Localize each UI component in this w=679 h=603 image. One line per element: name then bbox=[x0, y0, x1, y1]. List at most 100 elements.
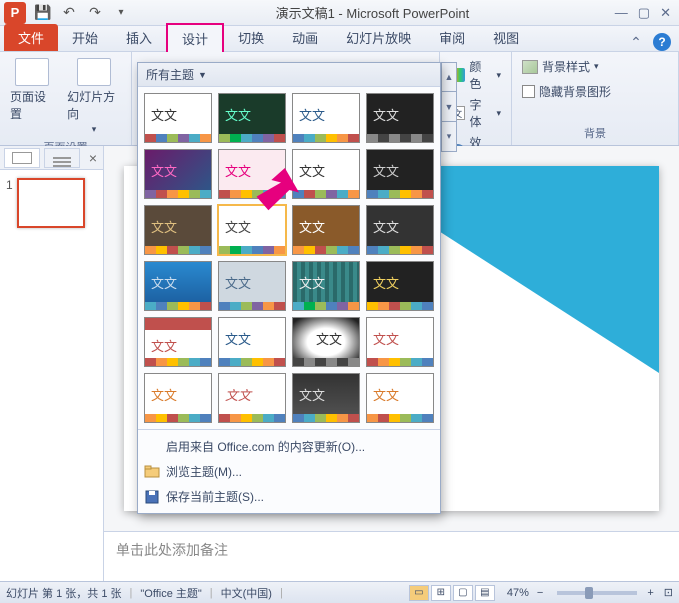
slideshow-view-button[interactable]: ▤ bbox=[475, 585, 495, 601]
tab-view[interactable]: 视图 bbox=[479, 24, 533, 51]
theme-thumb[interactable]: 文文 bbox=[292, 149, 360, 199]
tab-design[interactable]: 设计 bbox=[166, 23, 224, 52]
theme-thumb[interactable]: 文文 bbox=[218, 93, 286, 143]
status-slide-info: 幻灯片 第 1 张，共 1 张 bbox=[6, 585, 122, 601]
status-theme: "Office 主题" bbox=[140, 585, 201, 601]
slides-pane: × 1 bbox=[0, 146, 104, 581]
theme-thumb[interactable]: 文文 bbox=[292, 317, 360, 367]
repeat-icon[interactable]: ▾ bbox=[112, 4, 130, 22]
reading-view-button[interactable]: ▢ bbox=[453, 585, 473, 601]
slides-tab[interactable] bbox=[4, 148, 40, 168]
gallery-browse-item[interactable]: 浏览主题(M)... bbox=[138, 459, 440, 484]
theme-thumb[interactable]: 文文 bbox=[218, 317, 286, 367]
quick-access-toolbar: 💾 ↶ ↷ ▾ bbox=[34, 4, 130, 22]
thumb-number: 1 bbox=[6, 178, 13, 228]
zoom-slider[interactable] bbox=[557, 591, 637, 595]
tab-transitions[interactable]: 切换 bbox=[224, 24, 278, 51]
status-bar: 幻灯片 第 1 张，共 1 张 | "Office 主题" | 中文(中国) |… bbox=[0, 581, 679, 603]
theme-thumb[interactable]: 文文 bbox=[144, 373, 212, 423]
gallery-save-label: 保存当前主题(S)... bbox=[166, 488, 264, 505]
theme-thumb[interactable]: 文文 bbox=[366, 149, 434, 199]
theme-thumb[interactable]: 文文 bbox=[366, 373, 434, 423]
zoom-value[interactable]: 47% bbox=[507, 587, 529, 599]
notes-pane[interactable]: 单击此处添加备注 bbox=[104, 531, 679, 581]
save-icon[interactable]: 💾 bbox=[34, 4, 52, 22]
window-title: 演示文稿1 - Microsoft PowerPoint bbox=[130, 3, 615, 22]
title-bar: P 💾 ↶ ↷ ▾ 演示文稿1 - Microsoft PowerPoint —… bbox=[0, 0, 679, 26]
app-icon[interactable]: P bbox=[4, 2, 26, 24]
ribbon-minimize-icon[interactable]: ⌃ bbox=[627, 33, 645, 51]
slide-thumbnail[interactable]: 1 bbox=[6, 178, 97, 228]
gallery-grid: 文文 文文 文文 文文 文文 文文 文文 文文 文文 文文 文文 文文 文文 文… bbox=[138, 87, 440, 429]
theme-thumb[interactable]: 文文 bbox=[218, 373, 286, 423]
theme-thumb[interactable]: 文文 bbox=[292, 205, 360, 255]
background-styles-icon bbox=[522, 60, 538, 74]
zoom-thumb[interactable] bbox=[585, 587, 593, 599]
theme-thumb[interactable]: 文文 bbox=[366, 261, 434, 311]
gallery-expand-button[interactable]: ▾ bbox=[441, 122, 457, 152]
close-button[interactable]: ✕ bbox=[660, 5, 671, 21]
hide-bg-graphics-label: 隐藏背景图形 bbox=[539, 83, 611, 100]
undo-icon[interactable]: ↶ bbox=[60, 4, 78, 22]
fit-button[interactable]: ⊡ bbox=[664, 586, 673, 599]
gallery-save-item[interactable]: 保存当前主题(S)... bbox=[138, 484, 440, 509]
normal-view-button[interactable]: ▭ bbox=[409, 585, 429, 601]
theme-thumb[interactable]: 文文 bbox=[366, 93, 434, 143]
maximize-button[interactable]: ▢ bbox=[638, 5, 650, 21]
gallery-update-item[interactable]: 启用来自 Office.com 的内容更新(O)... bbox=[138, 434, 440, 459]
tab-home[interactable]: 开始 bbox=[58, 24, 112, 51]
slide-orientation-button[interactable]: 幻灯片方向 ▾ bbox=[63, 56, 125, 137]
theme-thumb[interactable]: 文文 bbox=[218, 149, 286, 199]
theme-thumb[interactable]: 文文 bbox=[292, 93, 360, 143]
thumbnail-list: 1 bbox=[0, 170, 103, 236]
help-icon[interactable]: ? bbox=[653, 33, 671, 51]
theme-thumb[interactable]: 文文 bbox=[218, 261, 286, 311]
slide-orientation-label: 幻灯片方向 bbox=[67, 88, 121, 122]
theme-gallery-dropdown: 所有主题 ▼ 文文 文文 文文 文文 文文 文文 文文 文文 文文 文文 文文 … bbox=[137, 62, 441, 514]
outline-tab[interactable] bbox=[44, 148, 80, 168]
page-setup-button[interactable]: 页面设置 bbox=[6, 56, 57, 124]
sorter-view-button[interactable]: ⊞ bbox=[431, 585, 451, 601]
view-buttons: ▭ ⊞ ▢ ▤ bbox=[409, 585, 495, 601]
theme-thumb[interactable]: 文文 bbox=[144, 149, 212, 199]
status-language[interactable]: 中文(中国) bbox=[221, 585, 272, 601]
save-icon bbox=[144, 489, 160, 505]
minimize-button[interactable]: — bbox=[615, 5, 628, 21]
fonts-label: 字体 bbox=[469, 96, 492, 130]
checkbox-icon bbox=[522, 85, 535, 98]
group-background: 背景样式▾ 隐藏背景图形 背景 bbox=[512, 52, 679, 145]
theme-thumb[interactable]: 文文 bbox=[144, 93, 212, 143]
chevron-down-icon: ▼ bbox=[198, 70, 207, 80]
zoom-in-button[interactable]: + bbox=[647, 587, 653, 599]
hide-bg-graphics-checkbox[interactable]: 隐藏背景图形 bbox=[518, 81, 615, 102]
background-styles-button[interactable]: 背景样式▾ bbox=[518, 56, 603, 77]
gallery-header[interactable]: 所有主题 ▼ bbox=[138, 63, 440, 87]
tab-animations[interactable]: 动画 bbox=[278, 24, 332, 51]
gallery-footer: 启用来自 Office.com 的内容更新(O)... 浏览主题(M)... 保… bbox=[138, 429, 440, 513]
theme-thumb[interactable]: 文文 bbox=[366, 205, 434, 255]
thumb-preview bbox=[17, 178, 85, 228]
group-label-background: 背景 bbox=[518, 123, 672, 141]
theme-thumb[interactable]: 文文 bbox=[144, 317, 212, 367]
pane-close-icon[interactable]: × bbox=[89, 150, 97, 166]
tab-file[interactable]: 文件 bbox=[4, 24, 58, 51]
redo-icon[interactable]: ↷ bbox=[86, 4, 104, 22]
colors-label: 颜色 bbox=[469, 58, 492, 92]
theme-thumb[interactable]: 文文 bbox=[292, 261, 360, 311]
group-page-setup: 页面设置 幻灯片方向 ▾ 页面设置 bbox=[0, 52, 132, 145]
gallery-scroll-up[interactable]: ▲ bbox=[441, 62, 457, 92]
theme-thumb[interactable]: 文文 bbox=[218, 205, 286, 255]
theme-thumb[interactable]: 文文 bbox=[144, 205, 212, 255]
tab-review[interactable]: 审阅 bbox=[425, 24, 479, 51]
background-styles-label: 背景样式 bbox=[542, 58, 590, 75]
theme-thumb[interactable]: 文文 bbox=[292, 373, 360, 423]
tab-slideshow[interactable]: 幻灯片放映 bbox=[332, 24, 425, 51]
page-setup-label: 页面设置 bbox=[10, 88, 53, 122]
tab-insert[interactable]: 插入 bbox=[112, 24, 166, 51]
gallery-header-label: 所有主题 bbox=[146, 66, 194, 83]
gallery-browse-label: 浏览主题(M)... bbox=[166, 463, 242, 480]
zoom-out-button[interactable]: − bbox=[537, 587, 543, 599]
theme-thumb[interactable]: 文文 bbox=[144, 261, 212, 311]
theme-thumb[interactable]: 文文 bbox=[366, 317, 434, 367]
gallery-scroll-down[interactable]: ▼ bbox=[441, 92, 457, 122]
